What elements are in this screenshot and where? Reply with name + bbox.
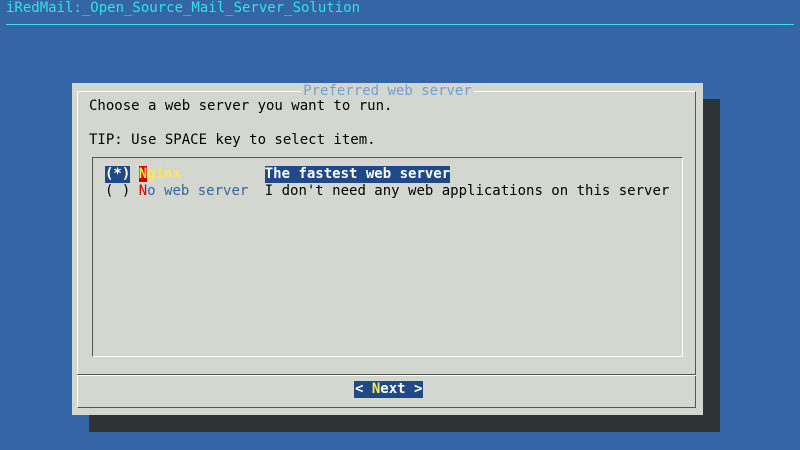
menu-item-hotkey: N <box>138 166 148 182</box>
dialog-prompt: Choose a web server you want to run. <box>89 98 393 114</box>
menu-item-description: The fastest web server <box>264 166 451 183</box>
next-button[interactable]: < Next > <box>354 381 424 398</box>
dialog: Preferred web server Choose a web server… <box>72 83 703 415</box>
next-button-left-bracket: < <box>355 381 372 397</box>
menu-item-tag: No web server <box>139 183 265 200</box>
menu-item-nginx[interactable]: (*) Nginx The fastest web server <box>105 166 451 183</box>
menu-item-tag: Nginx <box>138 166 265 183</box>
next-button-label: ext <box>380 381 406 397</box>
menu-item-tag-text: o web server <box>147 183 249 199</box>
menu-item-no-web-server[interactable]: ( ) No web server I don't need any web ap… <box>105 183 669 200</box>
dialog-tip: TIP: Use SPACE key to select item. <box>89 132 376 148</box>
menu-item-tag-text: ginx <box>147 166 181 182</box>
menu-list[interactable]: (*) Nginx The fastest web server ( ) No w… <box>92 157 683 357</box>
menu-item-hotkey: N <box>138 183 148 199</box>
radio-unselected-indicator[interactable]: ( ) <box>105 183 130 200</box>
back-title: iRedMail:_Open_Source_Mail_Server_Soluti… <box>6 0 361 16</box>
radio-selected-indicator[interactable]: (*) <box>105 166 131 183</box>
menu-item-description: I don't need any web applications on thi… <box>264 183 670 199</box>
back-title-rule <box>6 24 794 25</box>
next-button-right-bracket: > <box>405 381 423 397</box>
button-separator-highlight <box>77 375 696 376</box>
